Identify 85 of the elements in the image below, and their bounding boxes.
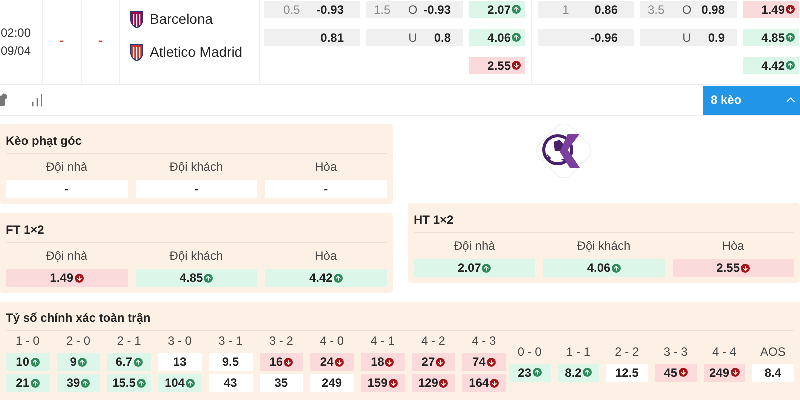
team-name[interactable]: Barcelona xyxy=(150,9,214,30)
odds-cell[interactable]: - xyxy=(136,180,258,198)
odds-cell[interactable]: 9 xyxy=(56,353,100,371)
odds-cell[interactable]: 12.5 xyxy=(606,364,648,382)
score-label: 1 - 0 xyxy=(16,333,40,350)
score-label: 4 - 2 xyxy=(421,333,446,350)
odds-cell[interactable]: 249 xyxy=(310,374,354,392)
odds-cell[interactable]: 249 xyxy=(704,364,746,382)
odds-cell[interactable]: 6.7 xyxy=(107,353,152,371)
odds-cell[interactable]: 23 xyxy=(509,364,551,382)
match-date: 09/04 xyxy=(1,43,32,60)
odds-cell[interactable]: 2.55 xyxy=(469,57,525,74)
odds-cell[interactable]: 18 xyxy=(360,353,405,371)
score-label: AOS xyxy=(760,344,786,360)
team-name[interactable]: Atletico Madrid xyxy=(150,42,243,63)
column-label: Đội khách xyxy=(577,238,631,255)
odds-cell[interactable]: 4.85 xyxy=(136,269,258,287)
odds-cell[interactable]: 2.07 xyxy=(469,1,525,18)
stats-icon[interactable] xyxy=(30,92,45,108)
handicap-cell[interactable]: 0.81 xyxy=(264,29,360,46)
odds-cell[interactable]: 159 xyxy=(360,374,405,392)
over-under-cell[interactable]: U 0.8 xyxy=(366,29,463,46)
column-label: Đội nhà xyxy=(46,159,88,176)
odds-cell[interactable]: 129 xyxy=(412,374,456,392)
score-label: 3 - 0 xyxy=(168,333,192,350)
column-label: Hòa xyxy=(315,248,338,265)
odds-cell[interactable]: 45 xyxy=(655,364,697,382)
odds-cell[interactable]: 74 xyxy=(462,353,506,371)
odds-cell[interactable]: 39 xyxy=(56,374,100,392)
over-under-cell[interactable]: 3.5 O 0.98 xyxy=(640,1,737,18)
odds-cell[interactable]: 2.07 xyxy=(414,259,536,277)
handicap-cell[interactable]: 1 0.86 xyxy=(538,1,634,18)
odds-cell[interactable]: 4.42 xyxy=(743,57,799,74)
odds-cell[interactable]: 2.55 xyxy=(672,259,794,277)
odds-cell[interactable]: - xyxy=(6,180,128,198)
odds-cell[interactable]: 35 xyxy=(260,374,304,392)
column-label: Đội khách xyxy=(170,159,224,176)
odds-cell[interactable]: 1.49 xyxy=(743,1,799,18)
odds-cell[interactable]: 4.06 xyxy=(469,29,525,46)
match-time: 02:00 xyxy=(1,25,32,42)
odds-cell[interactable]: 9.5 xyxy=(208,353,253,371)
odds-cell[interactable]: 43 xyxy=(208,374,253,392)
panel-title: HT 1×2 xyxy=(414,211,794,233)
odds-cell[interactable]: 104 xyxy=(158,374,202,392)
odds-cell[interactable]: 8.2 xyxy=(558,364,600,382)
odds-cell[interactable]: 13 xyxy=(158,353,202,371)
score-label: 3 - 2 xyxy=(269,333,294,350)
column-label: Đội khách xyxy=(170,248,224,265)
score-label: 1 - 1 xyxy=(566,344,591,360)
over-under-cell[interactable]: 1.5 O -0.93 xyxy=(366,1,463,18)
odds-cell[interactable]: 8.4 xyxy=(752,364,794,382)
score-label: 3 - 1 xyxy=(218,333,243,350)
away-score: - xyxy=(98,32,103,50)
odds-cell[interactable]: - xyxy=(265,180,387,198)
score-label: 4 - 0 xyxy=(320,333,344,350)
odds-cell[interactable]: 16 xyxy=(260,353,304,371)
home-score: - xyxy=(60,32,64,50)
panel-title: Kèo phạt góc xyxy=(6,132,387,154)
over-under-cell[interactable]: U 0.9 xyxy=(640,29,737,46)
odds-cell[interactable]: 21 xyxy=(6,374,50,392)
odds-cell[interactable]: 15.5 xyxy=(107,374,152,392)
score-label: 2 - 2 xyxy=(615,344,640,360)
handicap-cell[interactable]: 0.5 -0.93 xyxy=(264,1,360,18)
panel-title: FT 1×2 xyxy=(6,221,387,243)
score-label: 4 - 1 xyxy=(370,333,395,350)
column-label: Hòa xyxy=(315,159,338,176)
column-label: Hòa xyxy=(722,238,744,255)
odds-cell[interactable]: 4.42 xyxy=(265,269,387,287)
odds-cell[interactable]: 164 xyxy=(462,374,506,392)
score-label: 3 - 3 xyxy=(664,344,688,360)
odds-cell[interactable]: 27 xyxy=(412,353,456,371)
odds-cell[interactable]: 1.49 xyxy=(6,269,128,287)
odds-cell[interactable]: 24 xyxy=(310,353,354,371)
score-label: 4 - 4 xyxy=(712,344,737,360)
handicap-cell[interactable]: -0.96 xyxy=(538,29,634,46)
score-label: 2 - 1 xyxy=(117,333,142,350)
column-label: Đội nhà xyxy=(454,238,496,255)
score-label: 2 - 0 xyxy=(66,333,91,350)
odds-cell[interactable]: 4.06 xyxy=(543,259,665,277)
odds-cell[interactable]: 4.85 xyxy=(743,29,799,46)
odds-cell[interactable]: 10 xyxy=(6,353,50,371)
panel-title: Tỷ số chính xác toàn trận xyxy=(6,309,505,331)
score-label: 0 - 0 xyxy=(518,344,542,360)
score-label: 4 - 3 xyxy=(472,333,496,350)
column-label: Đội nhà xyxy=(46,248,88,265)
